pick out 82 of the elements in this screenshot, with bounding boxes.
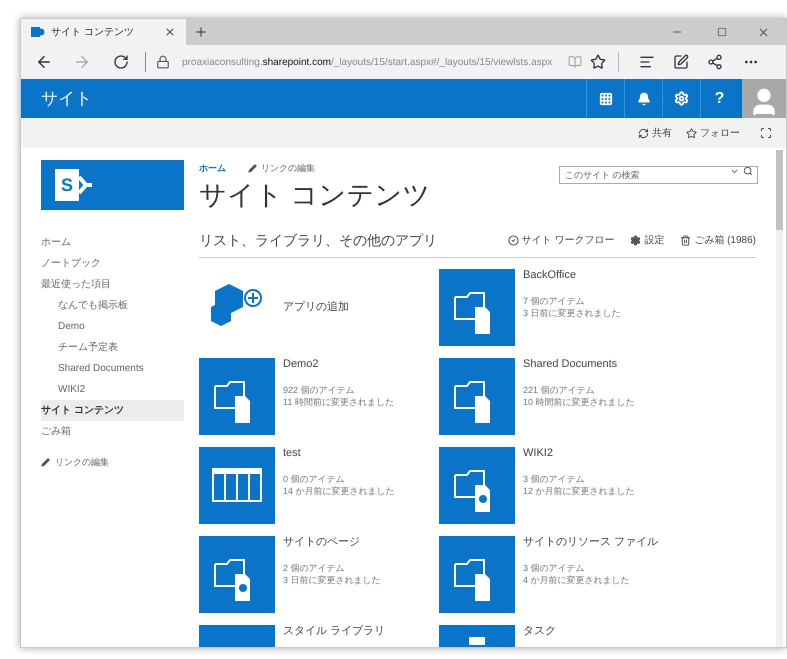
dropdown-caret-icon[interactable] bbox=[730, 167, 739, 176]
tab-title: サイト コンテンツ bbox=[51, 26, 134, 40]
modified-time: 4 か月前に変更されました bbox=[523, 574, 631, 586]
modified-time: 3 日前に変更されました bbox=[523, 307, 621, 319]
sharepoint-icon bbox=[31, 26, 45, 38]
site-logo[interactable]: S bbox=[41, 160, 184, 210]
nav-item[interactable]: Shared Documents bbox=[41, 358, 184, 379]
refresh-icon bbox=[638, 128, 649, 138]
search-icon[interactable] bbox=[743, 166, 753, 176]
nav-item[interactable]: ごみ箱 bbox=[41, 421, 184, 442]
trash-icon bbox=[680, 234, 692, 246]
favorite-star-icon[interactable] bbox=[590, 54, 606, 70]
library-tile-icon[interactable] bbox=[439, 268, 515, 346]
modified-time: 10 時間前に変更されました bbox=[523, 396, 635, 408]
page-title: サイト コンテンツ bbox=[199, 178, 431, 212]
item-count: 221 個のアイテム bbox=[523, 384, 596, 396]
pencil-icon bbox=[248, 164, 257, 174]
tile-title[interactable]: WIKI2 bbox=[523, 444, 635, 461]
wiki-tile-icon[interactable] bbox=[199, 536, 275, 612]
close-tab-icon[interactable] bbox=[164, 26, 176, 38]
tile-title[interactable]: タスク bbox=[523, 622, 556, 639]
tile-title[interactable]: Demo2 bbox=[283, 356, 394, 372]
share-icon[interactable] bbox=[707, 54, 724, 70]
search-field[interactable]: このサイト の検索 bbox=[559, 166, 758, 184]
nav-item[interactable]: なんでも掲示板 bbox=[41, 295, 184, 316]
site-title[interactable]: サイト bbox=[41, 86, 92, 112]
refresh-icon[interactable] bbox=[113, 54, 129, 70]
item-count: 7 個のアイテム bbox=[523, 295, 586, 307]
lock-icon bbox=[156, 55, 170, 69]
wiki-tile-icon[interactable] bbox=[439, 446, 515, 524]
item-count: 3 個のアイテム bbox=[523, 562, 586, 574]
browser-tab[interactable]: サイト コンテンツ bbox=[21, 19, 186, 45]
hub-icon[interactable] bbox=[639, 54, 656, 70]
settings-link[interactable]: 設定 bbox=[630, 232, 664, 248]
edit-links-link[interactable]: リンクの編集 bbox=[248, 162, 315, 176]
back-icon[interactable] bbox=[35, 53, 53, 71]
modified-time: 11 時間前に変更されました bbox=[283, 396, 394, 408]
tile-title[interactable]: スタイル ライブラリ bbox=[283, 622, 386, 639]
nav-item[interactable]: 最近使った項目 bbox=[41, 274, 184, 295]
maximize-icon[interactable] bbox=[717, 27, 727, 37]
bell-icon bbox=[636, 92, 650, 106]
gear-icon bbox=[630, 234, 642, 246]
nav-item[interactable]: Demo bbox=[41, 316, 184, 337]
edit-links-link[interactable]: リンクの編集 bbox=[41, 456, 184, 470]
tile-title[interactable]: サイトのリソース ファイル bbox=[523, 534, 658, 550]
library-tile-icon[interactable] bbox=[439, 536, 515, 612]
nav-item[interactable]: ホーム bbox=[41, 232, 184, 253]
modified-time: 3 日前に変更されました bbox=[283, 574, 381, 586]
close-window-icon[interactable] bbox=[757, 26, 770, 38]
nav-item[interactable]: ノートブック bbox=[41, 253, 184, 274]
recycle-bin-link[interactable]: ごみ箱 (1986) bbox=[680, 232, 756, 248]
item-count: 0 個のアイテム bbox=[283, 473, 346, 485]
note-icon[interactable] bbox=[673, 54, 690, 70]
share-link[interactable]: 共有 bbox=[638, 126, 672, 140]
list-tile-icon[interactable] bbox=[199, 446, 275, 524]
check-circle-icon bbox=[508, 234, 519, 246]
section-heading: リスト、ライブラリ、その他のアプリ bbox=[199, 230, 437, 250]
add-app-link[interactable]: アプリの追加 bbox=[283, 298, 349, 316]
item-count: 2 個のアイテム bbox=[283, 562, 346, 574]
site-workflow-link[interactable]: サイト ワークフロー bbox=[508, 232, 614, 248]
item-count: 3 個のアイテム bbox=[523, 473, 586, 485]
tile-title[interactable]: Shared Documents bbox=[523, 356, 635, 372]
library-tile-icon[interactable] bbox=[439, 358, 515, 434]
nav-item[interactable]: チーム予定表 bbox=[41, 337, 184, 358]
nav-item[interactable]: WIKI2 bbox=[41, 379, 184, 400]
settings-icon bbox=[674, 91, 689, 106]
library-tile-icon[interactable] bbox=[199, 358, 275, 434]
breadcrumb-home-link[interactable]: ホーム bbox=[199, 162, 226, 176]
tile-title[interactable]: BackOffice bbox=[523, 266, 621, 283]
nav-item[interactable]: サイト コンテンツ bbox=[41, 400, 184, 421]
tile-title[interactable]: test bbox=[283, 444, 395, 461]
new-tab-icon[interactable] bbox=[194, 25, 208, 39]
scrollbar-thumb[interactable] bbox=[776, 150, 783, 230]
modified-time: 14 か月前に変更されました bbox=[283, 485, 395, 497]
star-icon bbox=[686, 128, 697, 138]
grid-icon bbox=[598, 92, 612, 106]
item-count: 922 個のアイテム bbox=[283, 384, 356, 396]
modified-time: 12 か月前に変更されました bbox=[523, 485, 635, 497]
focus-icon[interactable] bbox=[760, 127, 772, 139]
pencil-icon bbox=[41, 458, 50, 468]
follow-link[interactable]: フォロー bbox=[686, 126, 740, 140]
tile-title[interactable]: サイトのページ bbox=[283, 534, 381, 550]
